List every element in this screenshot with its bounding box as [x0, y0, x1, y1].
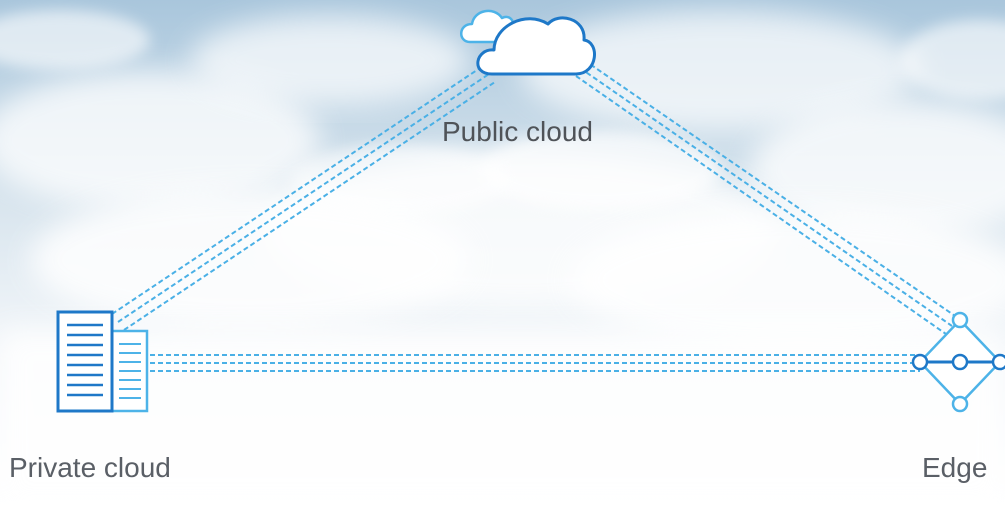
server-building-icon [56, 310, 149, 413]
public-cloud-label: Public cloud [442, 116, 593, 147]
diagram-graphics [56, 9, 1005, 413]
connection-private-edge [150, 354, 920, 372]
edge-label: Edge [922, 452, 988, 483]
edge-network-node-icon [911, 311, 1005, 413]
private-cloud-label: Private cloud [9, 452, 171, 483]
cloud-icon [460, 9, 596, 76]
connection-private-public [111, 65, 496, 331]
connection-public-edge [575, 59, 959, 335]
hybrid-cloud-diagram: Public cloud Private cloud Edge [0, 0, 1005, 508]
